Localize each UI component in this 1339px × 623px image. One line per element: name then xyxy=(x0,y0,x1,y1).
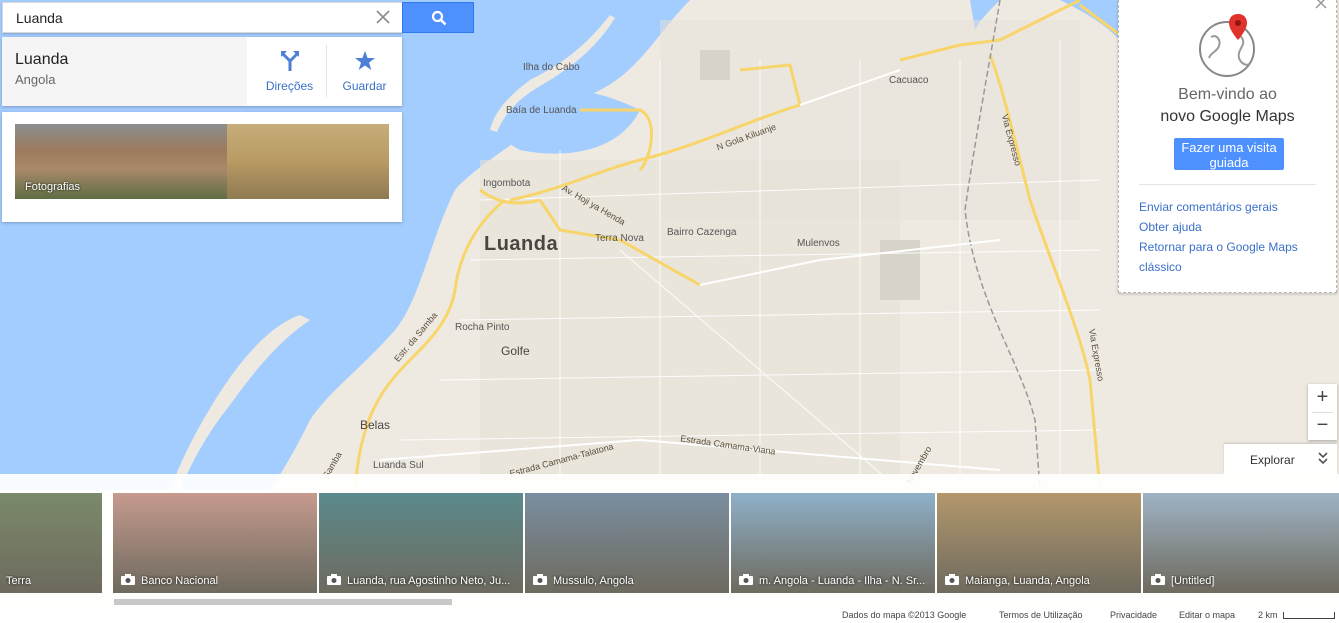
explore-label: Explorar xyxy=(1250,453,1295,467)
camera-icon xyxy=(121,574,135,585)
welcome-panel: Bem-vindo ao novo Google Maps Fazer uma … xyxy=(1118,0,1337,293)
camera-icon xyxy=(945,574,959,585)
place-card: Luanda Angola Direções Guardar xyxy=(2,37,402,106)
map-label-ingombota: Ingombota xyxy=(483,178,531,189)
thumb-caption: Banco Nacional xyxy=(141,575,219,587)
welcome-title-line2: novo Google Maps xyxy=(1160,108,1295,125)
thumb-earth[interactable]: Terra xyxy=(0,493,102,593)
photos-card: Fotografias xyxy=(2,112,402,222)
photos-label: Fotografias xyxy=(25,181,81,193)
classic-link-cont[interactable]: clássico xyxy=(1139,260,1182,274)
globe-pin-icon xyxy=(1199,14,1255,77)
photo-building xyxy=(227,124,389,199)
star-icon xyxy=(355,51,375,70)
thumb-caption: Mussulo, Angola xyxy=(553,575,634,587)
place-name: Luanda xyxy=(15,51,69,68)
map-label-luanda-sul: Luanda Sul xyxy=(373,460,424,471)
map-label-bairro: Bairro Cazenga xyxy=(667,227,737,238)
search-button[interactable] xyxy=(402,2,474,33)
privacy-link[interactable]: Privacidade xyxy=(1110,610,1157,620)
thumb-caption: Terra xyxy=(6,575,32,587)
footer: Dados do mapa ©2013 Google Termos de Uti… xyxy=(0,609,1339,623)
map-data-credit: Dados do mapa ©2013 Google xyxy=(842,610,967,620)
thumb-maianga[interactable]: Maianga, Luanda, Angola xyxy=(937,493,1141,593)
classic-link[interactable]: Retornar para o Google Maps xyxy=(1139,240,1298,254)
map-label-rocha: Rocha Pinto xyxy=(455,322,510,333)
double-chevron-down-icon xyxy=(1318,452,1328,465)
thumb-caption: [Untitled] xyxy=(1171,575,1215,587)
explore-button[interactable]: Explorar xyxy=(1224,444,1337,474)
save-button[interactable]: Guardar xyxy=(327,47,402,99)
camera-icon xyxy=(327,574,341,585)
feedback-link[interactable]: Enviar comentários gerais xyxy=(1139,200,1278,214)
thumb-caption: Luanda, rua Agostinho Neto, Ju... xyxy=(347,575,511,587)
map-label-cacuaco: Cacuaco xyxy=(889,75,929,86)
search-icon xyxy=(431,10,447,26)
map-label-mulenvos: Mulenvos xyxy=(797,238,840,249)
map-label-terra-nova: Terra Nova xyxy=(595,233,644,244)
clear-icon[interactable] xyxy=(374,8,392,26)
thumb-caption: Maianga, Luanda, Angola xyxy=(965,575,1090,587)
thumb-ilha[interactable]: m. Angola - Luanda - Ilha - N. Sr... xyxy=(731,493,935,593)
edit-map-link[interactable]: Editar o mapa xyxy=(1179,610,1235,620)
place-country: Angola xyxy=(15,72,56,87)
thumb-banco-nacional[interactable]: Banco Nacional xyxy=(113,493,317,593)
thumb-caption: m. Angola - Luanda - Ilha - N. Sr... xyxy=(759,575,926,587)
save-label: Guardar xyxy=(342,79,387,93)
photo-strip: Terra Banco Nacional Luanda, rua Agostin… xyxy=(0,474,1339,609)
camera-icon xyxy=(739,574,753,585)
search-box xyxy=(2,2,403,33)
search-input[interactable] xyxy=(3,3,363,32)
map-label-baia: Baía de Luanda xyxy=(506,105,577,116)
map-label-belas: Belas xyxy=(360,418,391,432)
welcome-title-line1: Bem-vindo ao xyxy=(1178,86,1277,103)
thumb-untitled[interactable]: [Untitled] xyxy=(1143,493,1339,593)
camera-icon xyxy=(533,574,547,585)
zoom-in-button[interactable]: + xyxy=(1308,384,1337,412)
directions-icon xyxy=(281,51,299,71)
help-link[interactable]: Obter ajuda xyxy=(1139,220,1202,234)
zoom-control: + − xyxy=(1308,384,1337,440)
tour-button[interactable]: Fazer uma visita guiada xyxy=(1174,138,1284,170)
photos-strip[interactable]: Fotografias xyxy=(15,124,389,199)
zoom-out-button[interactable]: − xyxy=(1308,412,1337,440)
scale-label: 2 km xyxy=(1258,610,1278,620)
directions-label: Direções xyxy=(265,79,314,93)
map-label-ilha: Ilha do Cabo xyxy=(523,62,580,73)
scale-bar xyxy=(1283,612,1335,619)
thumb-mussulo[interactable]: Mussulo, Angola xyxy=(525,493,729,593)
welcome-divider xyxy=(1139,184,1316,185)
directions-button[interactable]: Direções xyxy=(252,47,327,99)
map-label-golfe: Golfe xyxy=(501,344,530,358)
thumb-agostinho-neto[interactable]: Luanda, rua Agostinho Neto, Ju... xyxy=(319,493,523,593)
close-icon[interactable] xyxy=(1314,0,1328,10)
camera-icon xyxy=(1151,574,1165,585)
terms-link[interactable]: Termos de Utilização xyxy=(999,610,1083,620)
map-label-luanda: Luanda xyxy=(484,233,559,255)
strip-scrollbar[interactable] xyxy=(114,599,452,605)
